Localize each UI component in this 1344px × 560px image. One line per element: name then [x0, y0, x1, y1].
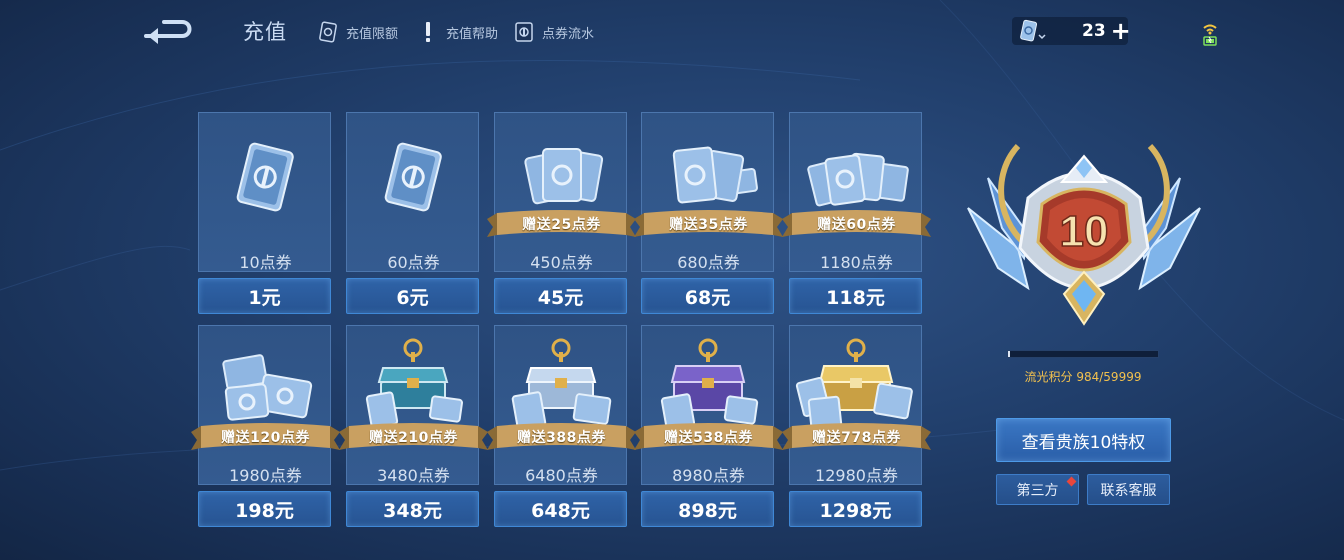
item-card[interactable]: 60点券: [346, 112, 479, 272]
recharge-help-link[interactable]: 充值帮助: [416, 19, 498, 45]
coupon-balance: 23 +: [1012, 17, 1131, 45]
recharge-item-8980[interactable]: 赠送538点券 8980点券 898元: [634, 325, 783, 527]
third-party-button[interactable]: 第三方: [996, 474, 1079, 505]
item-points: 1180点券: [820, 253, 893, 272]
coupon-flow-icon: [512, 20, 536, 44]
vip-level-badge: 10: [967, 143, 1201, 326]
item-price-button[interactable]: 1元: [198, 278, 331, 314]
recharge-item-680[interactable]: 赠送35点券 680点券 68元: [634, 112, 783, 314]
recharge-item-3480[interactable]: 赠送210点券 3480点券 348元: [339, 325, 488, 527]
item-price-button[interactable]: 348元: [346, 491, 479, 527]
notification-dot: [1066, 476, 1077, 487]
item-points: 3480点券: [377, 466, 450, 485]
vip-progress-fill: [1008, 351, 1011, 357]
item-card[interactable]: 10点券: [198, 112, 331, 272]
vip-level-number: 10: [1060, 207, 1109, 256]
coupon-card-icon: [384, 142, 442, 212]
bonus-label: 赠送120点券: [221, 430, 310, 446]
recharge-item-6480[interactable]: 赠送388点券 6480点券 648元: [487, 325, 636, 527]
back-arrow-icon[interactable]: [142, 14, 196, 48]
item-price-button[interactable]: 198元: [198, 491, 331, 527]
coupon-flow-label: 点券流水: [542, 26, 595, 42]
item-card[interactable]: 赠送388点券 6480点券: [487, 325, 636, 485]
contact-service-button[interactable]: 联系客服: [1087, 474, 1170, 505]
item-price-button[interactable]: 898元: [641, 491, 774, 527]
recharge-item-60[interactable]: 60点券 6元: [346, 112, 479, 314]
bonus-label: 赠送60点券: [817, 217, 896, 233]
exclamation-icon: [416, 20, 440, 44]
bonus-label: 赠送388点券: [517, 430, 606, 446]
item-points: 60点券: [387, 253, 440, 272]
recharge-item-1180[interactable]: 赠送60点券 1180点券 118元: [782, 112, 931, 314]
item-points: 10点券: [239, 253, 292, 272]
item-card[interactable]: 赠送210点券 3480点券: [339, 325, 488, 485]
bonus-label: 赠送538点券: [664, 430, 753, 446]
item-card[interactable]: 赠送60点券 1180点券: [782, 112, 931, 272]
item-points: 12980点券: [815, 466, 898, 485]
item-points: 1980点券: [229, 466, 302, 485]
item-points: 6480点券: [525, 466, 598, 485]
recharge-item-1980[interactable]: 赠送120点券 1980点券 198元: [191, 325, 340, 527]
view-privilege-button[interactable]: 查看贵族10特权: [996, 418, 1171, 462]
recharge-limit-label: 充值限额: [346, 26, 399, 42]
recharge-item-12980[interactable]: 赠送778点券 12980点券 1298元: [782, 325, 931, 527]
item-points: 680点券: [677, 253, 740, 272]
recharge-limit-link[interactable]: 充值限额: [316, 19, 398, 45]
vip-points-label: 流光积分 984/59999: [1024, 370, 1142, 384]
recharge-item-450[interactable]: 赠送25点券 450点券 45元: [487, 112, 636, 314]
vip-progress-bar: [1007, 350, 1159, 358]
top-bar: 充值 充值限额 充值帮助 点券流水 23 +: [0, 0, 1344, 62]
third-party-label: 第三方: [1016, 482, 1059, 499]
coupon-icon[interactable]: [1016, 19, 1052, 43]
recharge-item-10[interactable]: 10点券 1元: [198, 112, 331, 314]
item-price-button[interactable]: 648元: [494, 491, 627, 527]
item-points: 8980点券: [672, 466, 745, 485]
recharge-grid: 10点券 1元 60点券 6元 赠送25点券 450点券 45元 赠送35点券 …: [191, 112, 931, 528]
bonus-label: 赠送778点券: [812, 430, 901, 446]
add-coupon-button[interactable]: +: [1111, 19, 1131, 43]
wifi-battery-icon: [1198, 20, 1222, 48]
item-card[interactable]: 赠送538点券 8980点券: [634, 325, 783, 485]
item-price-button[interactable]: 68元: [641, 278, 774, 314]
item-price-button[interactable]: 1298元: [789, 491, 922, 527]
item-card[interactable]: 赠送778点券 12980点券: [782, 325, 931, 485]
item-price-button[interactable]: 45元: [494, 278, 627, 314]
recharge-help-label: 充值帮助: [446, 26, 499, 42]
item-card[interactable]: 赠送35点券 680点券: [634, 112, 783, 272]
bonus-label: 赠送35点券: [669, 217, 748, 233]
item-points: 450点券: [530, 253, 593, 272]
page-title: 充值: [243, 20, 287, 44]
item-card[interactable]: 赠送120点券 1980点券: [191, 325, 340, 485]
card-limit-icon: [316, 20, 340, 44]
bonus-label: 赠送210点券: [369, 430, 458, 446]
item-price-button[interactable]: 6元: [346, 278, 479, 314]
coupon-flow-link[interactable]: 点券流水: [512, 19, 594, 45]
coupon-balance-amount: 23: [1082, 21, 1106, 41]
item-card[interactable]: 赠送25点券 450点券: [487, 112, 636, 272]
coupon-card-icon: [236, 142, 294, 212]
bonus-label: 赠送25点券: [522, 217, 601, 233]
item-price-button[interactable]: 118元: [789, 278, 922, 314]
